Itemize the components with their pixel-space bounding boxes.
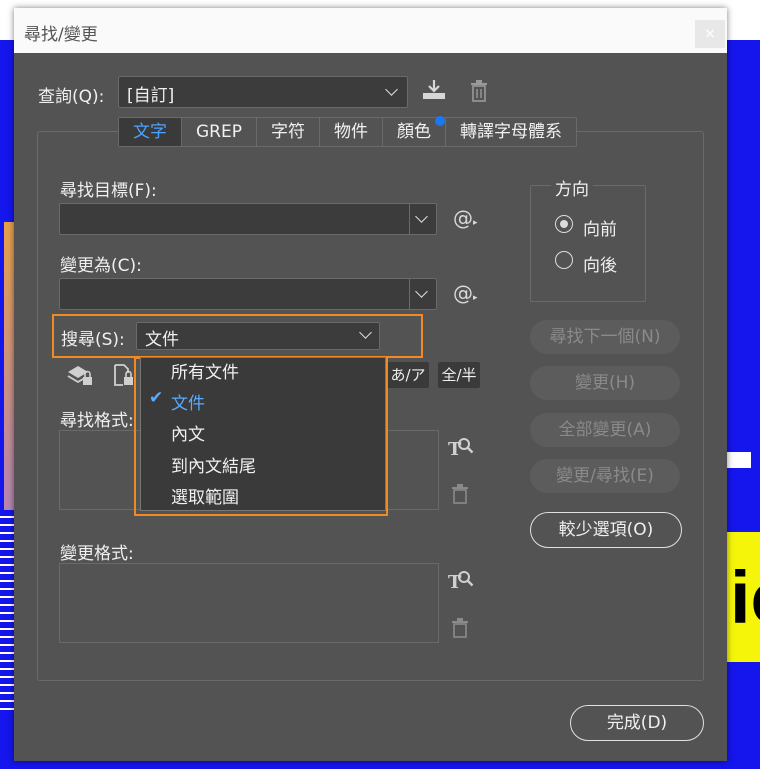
backward-label[interactable]: 向後: [583, 251, 617, 276]
save-query-icon[interactable]: [421, 78, 447, 106]
tab-object[interactable]: 物件: [320, 118, 383, 146]
query-label: 查詢(Q):: [38, 87, 105, 107]
change-input[interactable]: [59, 278, 437, 310]
query-value: [自訂]: [127, 86, 175, 106]
specify-find-format-icon[interactable]: T: [447, 435, 475, 464]
search-dropdown-list: 所有文件 ✔ 文件 內文 到內文結尾 選取範圍: [140, 357, 386, 511]
backward-radio[interactable]: [555, 251, 573, 269]
change-format-box[interactable]: [59, 563, 439, 643]
background-white-block: [727, 452, 751, 468]
special-characters-icon[interactable]: @▸: [453, 206, 478, 230]
search-label: 搜尋(S):: [61, 330, 125, 350]
change-button[interactable]: 變更(H): [530, 366, 680, 400]
background-text: ic: [730, 556, 760, 639]
width-sensitive-toggle[interactable]: 全/半: [438, 362, 480, 388]
search-option-story[interactable]: 內文: [171, 420, 205, 445]
search-value: 文件: [145, 330, 179, 350]
search-option-all-documents[interactable]: 所有文件: [171, 358, 239, 383]
specify-change-format-icon[interactable]: T: [447, 568, 475, 597]
find-next-button[interactable]: 尋找下一個(N): [530, 320, 680, 354]
include-locked-layers-icon[interactable]: [66, 363, 94, 392]
chevron-down-icon: [359, 326, 372, 339]
done-button[interactable]: 完成(D): [570, 705, 704, 741]
tab-transliterate[interactable]: 轉譯字母體系: [446, 118, 576, 146]
query-select[interactable]: [自訂]: [118, 76, 408, 108]
change-label: 變更為(C):: [60, 256, 142, 276]
find-input[interactable]: [59, 203, 437, 235]
background-lines: [0, 510, 14, 710]
tab-badge: [434, 116, 445, 126]
change-format-label: 變更格式:: [60, 544, 134, 564]
find-change-dialog: 尋找/變更 × 查詢(Q): [自訂] 文字 GREP 字符 物件 顏色 轉譯字…: [14, 8, 727, 761]
tab-grep[interactable]: GREP: [182, 118, 257, 146]
chevron-down-icon: [385, 83, 398, 96]
tab-bar: 文字 GREP 字符 物件 顏色 轉譯字母體系: [118, 116, 577, 147]
clear-change-format-icon[interactable]: [451, 618, 469, 643]
delete-query-icon[interactable]: [470, 80, 488, 106]
clear-find-format-icon[interactable]: [451, 484, 469, 509]
direction-group: [530, 185, 646, 302]
dialog-title: 尋找/變更: [24, 25, 98, 45]
tab-color[interactable]: 顏色: [383, 116, 446, 146]
title-bar: 尋找/變更 ×: [14, 8, 727, 53]
find-format-label: 尋找格式:: [60, 411, 134, 431]
search-select[interactable]: 文件: [136, 322, 380, 350]
search-option-selection[interactable]: 選取範圍: [171, 483, 239, 508]
forward-label[interactable]: 向前: [583, 215, 617, 240]
change-all-button[interactable]: 全部變更(A): [530, 413, 680, 447]
tab-glyph[interactable]: 字符: [257, 118, 320, 146]
chevron-down-icon[interactable]: [415, 210, 428, 223]
chevron-down-icon[interactable]: [415, 285, 428, 298]
kana-sensitive-toggle[interactable]: あ/ア: [387, 362, 429, 388]
tab-text[interactable]: 文字: [119, 118, 182, 146]
special-characters-icon[interactable]: @▸: [453, 281, 478, 305]
include-locked-stories-icon[interactable]: [112, 363, 136, 392]
close-icon[interactable]: ×: [695, 20, 725, 48]
check-icon: ✔: [149, 388, 164, 408]
search-option-document[interactable]: 文件: [171, 389, 205, 414]
find-label: 尋找目標(F):: [60, 181, 157, 201]
search-option-to-end-of-story[interactable]: 到內文結尾: [171, 452, 256, 477]
fewer-options-button[interactable]: 較少選項(O): [530, 512, 682, 548]
forward-radio[interactable]: [555, 215, 573, 233]
change-find-button[interactable]: 變更/尋找(E): [530, 459, 680, 493]
direction-title: 方向: [551, 175, 593, 200]
